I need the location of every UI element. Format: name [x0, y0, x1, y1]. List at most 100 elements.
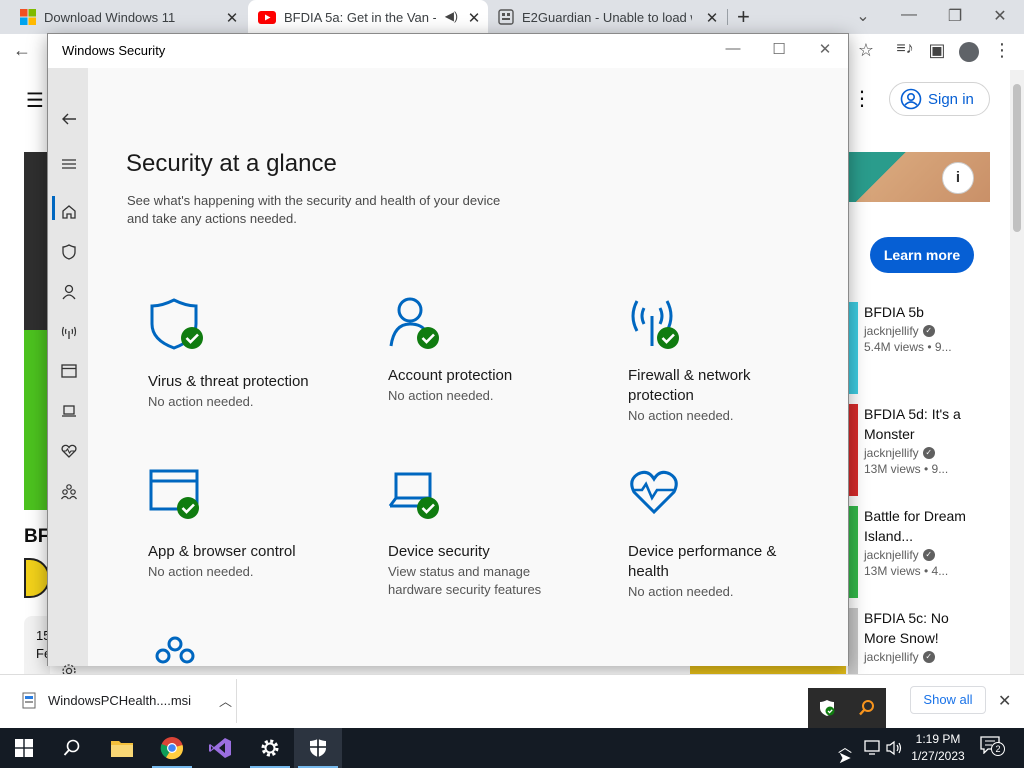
related-video-meta: 5.4M views • 9... [864, 340, 952, 354]
minimize-icon[interactable]: — [718, 40, 748, 57]
page-description: See what's happening with the security a… [127, 193, 501, 226]
ad-info-icon[interactable]: i [942, 162, 974, 194]
windows-security-tray-icon[interactable] [818, 699, 836, 717]
tab-download-windows-11[interactable]: Download Windows 11 ✕ [8, 0, 246, 34]
family-icon[interactable] [58, 481, 80, 503]
maximize-icon[interactable]: ☐ [764, 40, 794, 58]
card-title: Device security [388, 543, 490, 560]
card-status: No action needed. [388, 388, 494, 403]
visual-studio-button[interactable] [196, 728, 244, 768]
new-tab-button[interactable]: + [737, 4, 750, 30]
mouse-cursor: ➤ [838, 750, 852, 767]
related-video-channel: jacknjellify ✓ [864, 650, 984, 664]
related-video-item[interactable]: BFDIA 5b jacknjellify ✓ 5.4M views • 9... [864, 302, 984, 354]
home-icon[interactable] [58, 201, 80, 223]
card-title: App & browser control [148, 543, 296, 560]
volume-icon[interactable] [886, 740, 904, 756]
media-queue-icon[interactable]: ≡♪ [891, 40, 919, 58]
search-icon [63, 739, 80, 756]
start-button[interactable] [0, 728, 48, 768]
verified-check-icon: ✓ [922, 651, 935, 663]
profile-avatar[interactable] [959, 42, 979, 62]
related-video-item[interactable]: BFDIA 5d: It's a Monster jacknjellify ✓ 13M… [864, 404, 984, 476]
heart-pulse-icon[interactable] [58, 440, 80, 462]
card-status: View status and manage hardware security… [388, 564, 542, 597]
account-icon[interactable] [58, 281, 80, 303]
speaker-icon[interactable]: ◀) [445, 9, 458, 23]
tab-divider [727, 9, 728, 25]
action-center-button[interactable]: 2 [980, 736, 1008, 760]
network-icon[interactable] [864, 740, 882, 756]
hamburger-menu-icon[interactable]: ☰ [26, 88, 44, 113]
tray-overflow-popup [808, 688, 886, 728]
download-item[interactable]: WindowsPCHealth....msi ︿ [22, 691, 232, 710]
laptop-icon [388, 472, 439, 519]
security-title-bar[interactable]: Windows Security — ☐ ✕ [48, 34, 848, 68]
youtube-icon [258, 10, 276, 24]
side-panel-icon[interactable]: ▣ [923, 40, 951, 61]
tab-search-chevron-icon[interactable]: ⌄ [848, 6, 878, 26]
settings-button[interactable] [246, 728, 294, 768]
system-clock[interactable]: 1:19 PM 1/27/2023 [908, 731, 968, 765]
magnifier-tray-icon[interactable] [858, 699, 876, 717]
shield-icon[interactable] [58, 241, 80, 263]
video-thumbnail[interactable] [848, 506, 858, 598]
app-browser-icon[interactable] [58, 360, 80, 382]
card-device-security[interactable]: Device security View status and manage h… [368, 444, 600, 610]
tab-close-icon[interactable]: ✕ [704, 9, 720, 27]
card-app-browser-control[interactable]: App & browser control No action needed. [128, 444, 360, 610]
download-filename: WindowsPCHealth....msi [48, 693, 192, 708]
show-all-button[interactable]: Show all [910, 686, 986, 714]
minimize-icon[interactable]: — [894, 6, 924, 24]
channel-name: jacknjellify [864, 548, 919, 562]
card-account-protection[interactable]: Account protection No action needed. [368, 274, 600, 440]
page-scrollbar[interactable] [1010, 70, 1024, 674]
tab-label: E2Guardian - Unable to load web [522, 9, 692, 25]
security-nav-rail [48, 68, 88, 678]
related-video-item[interactable]: Battle for Dream Island... jacknjellify ✓ 1… [864, 506, 984, 578]
search-button[interactable] [48, 728, 96, 768]
close-download-bar-icon[interactable]: ✕ [998, 691, 1011, 711]
tab-close-icon[interactable]: ✕ [224, 9, 240, 27]
close-icon[interactable]: ✕ [810, 40, 840, 58]
wireless-network-icon[interactable] [58, 321, 80, 343]
windows-security-button[interactable] [294, 728, 342, 768]
clock-time: 1:19 PM [915, 732, 961, 746]
laptop-icon[interactable] [58, 400, 80, 422]
chrome-button[interactable] [148, 728, 196, 768]
chevron-up-icon[interactable]: ︿ [219, 691, 232, 710]
more-options-icon[interactable]: ⋮ [852, 86, 872, 111]
related-video-item[interactable]: BFDIA 5c: No More Snow! jacknjellify ✓ [864, 608, 984, 664]
tab-e2guardian[interactable]: E2Guardian - Unable to load web ✕ [488, 0, 726, 34]
learn-more-button[interactable]: Learn more [870, 237, 974, 273]
card-status: No action needed. [148, 394, 254, 409]
tab-label: BFDIA 5a: Get in the Van - Yo [284, 9, 436, 25]
file-explorer-button[interactable] [98, 728, 146, 768]
account-circle-icon [900, 88, 922, 110]
sign-in-label: Sign in [928, 90, 974, 108]
sign-in-button[interactable]: Sign in [889, 82, 990, 116]
family-icon [155, 636, 195, 664]
card-family-options[interactable] [128, 614, 360, 666]
folder-icon [111, 741, 133, 757]
shield-icon [150, 298, 203, 350]
related-video-channel: jacknjellify ✓ [864, 324, 984, 338]
card-status: No action needed. [628, 408, 734, 423]
page-title: Security at a glance [126, 150, 337, 177]
installer-file-icon [22, 692, 36, 708]
menu-kebab-icon[interactable]: ⋮ [988, 40, 1016, 61]
restore-icon[interactable]: ❐ [940, 6, 970, 26]
back-arrow-icon[interactable] [58, 108, 80, 130]
card-device-performance-health[interactable]: Device performance & health No action ne… [608, 444, 840, 610]
video-thumbnail[interactable] [848, 404, 858, 496]
back-arrow-icon[interactable]: ← [8, 40, 36, 61]
card-virus-threat-protection[interactable]: Virus & threat protection No action need… [128, 274, 360, 440]
tab-close-icon[interactable]: ✕ [466, 9, 482, 27]
video-thumbnail[interactable] [848, 302, 858, 394]
star-icon[interactable]: ☆ [852, 40, 880, 61]
tab-bfdia-5a[interactable]: BFDIA 5a: Get in the Van - Yo ◀) ✕ [248, 0, 488, 34]
hamburger-menu-icon[interactable] [58, 153, 80, 175]
card-firewall-network-protection[interactable]: Firewall & network protection No action … [608, 274, 840, 440]
close-icon[interactable]: ✕ [985, 6, 1015, 26]
related-video-meta: 13M views • 9... [864, 462, 949, 476]
